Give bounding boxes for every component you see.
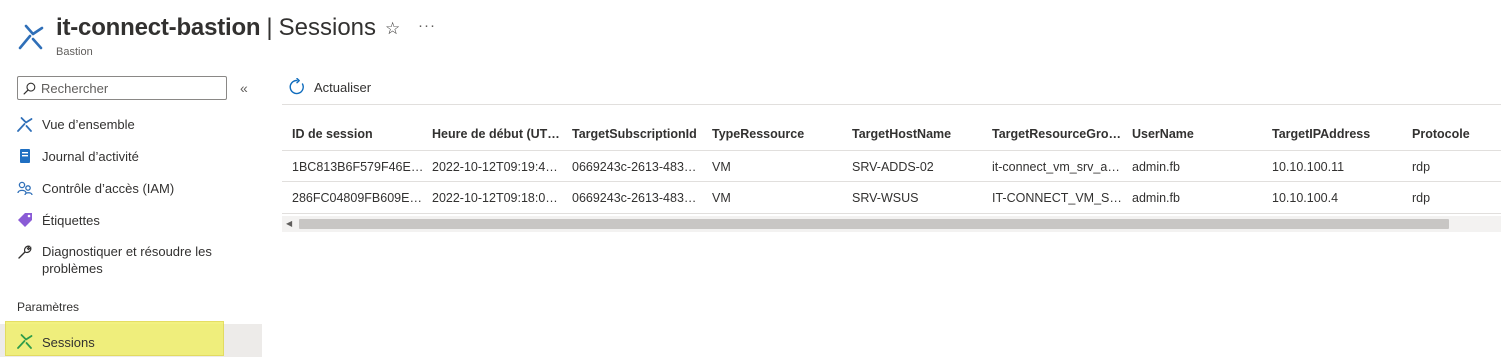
cell-session-id: 1BC813B6F579F46E…: [292, 160, 424, 174]
blade-header: it-connect-bastion | Sessions ☆ ··· Bast…: [0, 0, 1501, 70]
activity-log-icon: [20, 149, 30, 163]
sidebar-item-label: Vue d’ensemble: [42, 117, 135, 132]
sidebar-item-activity-log[interactable]: Journal d’activité: [0, 148, 262, 172]
cell-ip-address: 10.10.100.11: [1272, 160, 1345, 174]
sidebar-item-iam[interactable]: Contrôle d’accès (IAM): [0, 180, 262, 204]
toolbar-divider: [282, 104, 1501, 105]
favorite-star-icon[interactable]: ☆: [385, 19, 400, 39]
sidebar-item-label: Étiquettes: [42, 213, 100, 228]
sidebar-item-overview[interactable]: Vue d’ensemble: [0, 116, 262, 140]
sidebar-item-diagnose[interactable]: Diagnostiquer et résoudre les problèmes: [0, 243, 262, 283]
sidebar-item-label: Diagnostiquer et résoudre les problèmes: [42, 244, 212, 276]
cell-ip-address: 10.10.100.4: [1272, 191, 1339, 205]
column-header-resource-group[interactable]: TargetResourceGrou…: [992, 118, 1126, 150]
menu-search-input[interactable]: [41, 80, 221, 96]
column-header-user-name[interactable]: UserName: [1132, 118, 1266, 150]
cell-start-time: 2022-10-12T09:19:4…: [432, 160, 558, 174]
sidebar-item-label: Sessions: [42, 335, 95, 350]
search-icon: [23, 82, 36, 94]
menu-search-box[interactable]: [17, 76, 227, 100]
column-header-resource-type[interactable]: TypeRessource: [712, 118, 846, 150]
cell-host-name: SRV-ADDS-02: [852, 160, 934, 174]
column-header-ip-address[interactable]: TargetIPAddress: [1272, 118, 1406, 150]
column-header-subscription[interactable]: TargetSubscriptionId: [572, 118, 706, 150]
cell-session-id: 286FC04809FB609EC…: [292, 191, 426, 205]
collapse-menu-icon[interactable]: «: [240, 80, 248, 96]
cell-subscription: 0669243c-2613-483…: [572, 160, 697, 174]
resource-type-subtitle: Bastion: [56, 46, 93, 58]
overview-bastion-icon: [17, 117, 33, 132]
column-header-host-name[interactable]: TargetHostName: [852, 118, 986, 150]
cell-resource-group: it-connect_vm_srv_a…: [992, 160, 1120, 174]
refresh-label: Actualiser: [314, 79, 372, 95]
wrench-icon: [18, 245, 32, 259]
table-row[interactable]: 1BC813B6F579F46E… 2022-10-12T09:19:4… 06…: [282, 150, 1501, 182]
title-separator: |: [266, 14, 273, 41]
sidebar-item-label: Contrôle d’accès (IAM): [42, 181, 175, 196]
horizontal-scrollbar[interactable]: ◀: [282, 216, 1501, 232]
cell-resource-type: VM: [712, 160, 731, 174]
cell-start-time: 2022-10-12T09:18:0…: [432, 191, 558, 205]
cell-host-name: SRV-WSUS: [852, 191, 919, 205]
scrollbar-thumb[interactable]: [299, 219, 1449, 229]
resource-menu: « Vue d’ensemble Journal d’activité Cont…: [0, 70, 262, 357]
cell-resource-group: IT-CONNECT_VM_SR…: [992, 191, 1126, 205]
column-header-session-id[interactable]: ID de session: [292, 118, 426, 150]
cell-user-name: admin.fb: [1132, 191, 1180, 205]
resource-name: it-connect-bastion: [56, 14, 261, 41]
column-header-start-time[interactable]: Heure de début (UT…: [432, 118, 566, 150]
cell-protocol: rdp: [1412, 160, 1431, 174]
scroll-left-icon[interactable]: ◀: [286, 219, 292, 228]
section-header-settings: Paramètres: [17, 300, 80, 314]
table-row[interactable]: 286FC04809FB609EC… 2022-10-12T09:18:0… 0…: [282, 182, 1501, 214]
bastion-icon: [18, 24, 44, 50]
page-title: it-connect-bastion | Sessions: [56, 14, 376, 42]
cell-resource-type: VM: [712, 191, 731, 205]
column-header-protocol[interactable]: Protocole: [1412, 118, 1501, 150]
sessions-grid: ID de session Heure de début (UT… Target…: [282, 118, 1501, 214]
refresh-icon: [289, 78, 304, 95]
sidebar-item-sessions[interactable]: Sessions: [0, 332, 262, 356]
cell-protocol: rdp: [1412, 191, 1431, 205]
more-options-icon[interactable]: ···: [418, 17, 436, 34]
tag-icon: [18, 213, 32, 227]
sidebar-item-label: Journal d’activité: [42, 149, 139, 164]
cell-subscription: 0669243c-2613-483…: [572, 191, 697, 205]
iam-people-icon: [17, 181, 33, 196]
page-name: Sessions: [278, 14, 377, 41]
refresh-button[interactable]: Actualiser: [288, 78, 371, 96]
cell-user-name: admin.fb: [1132, 160, 1180, 174]
sessions-icon: [17, 334, 33, 349]
grid-body: 1BC813B6F579F46E… 2022-10-12T09:19:4… 06…: [282, 150, 1501, 214]
grid-header-row: ID de session Heure de début (UT… Target…: [282, 118, 1501, 150]
sidebar-item-tags[interactable]: Étiquettes: [0, 212, 262, 236]
